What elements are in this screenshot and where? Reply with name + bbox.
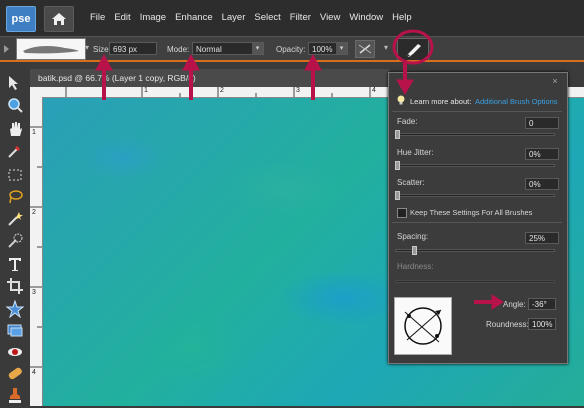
annotation-arrowhead-size (95, 53, 113, 71)
annotation-circle-brush (392, 29, 434, 65)
annotation-arrowhead-mode (182, 53, 200, 71)
annotation-arrowhead-opacity (304, 53, 322, 71)
annotation-overlay (95, 29, 504, 310)
annotation-arrowhead-angle (491, 294, 504, 310)
annotation-arrowhead-panel (396, 79, 414, 96)
